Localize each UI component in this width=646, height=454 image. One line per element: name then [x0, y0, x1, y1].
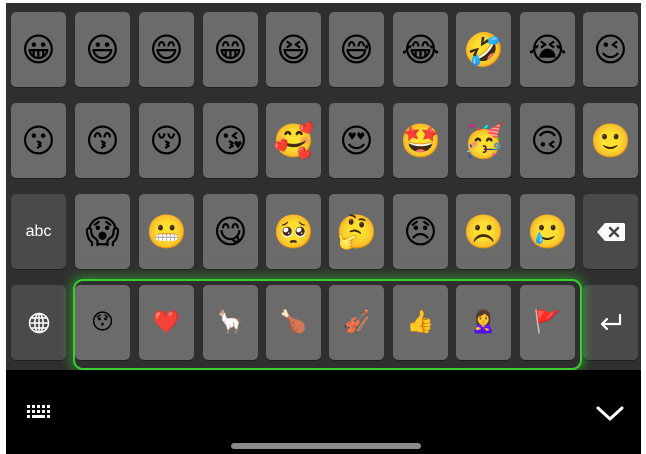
abc-key[interactable]: abc	[11, 194, 66, 269]
emoji-key[interactable]: 😍	[329, 103, 384, 178]
emoji-keyboard: 😀 😃 😄 😁 😆 😅 😂 🤣 😭 😉 😗 😙 😚 😘 🥰 😍 🤩 🥳 🙃 🙂 …	[6, 3, 641, 454]
suggestion-key[interactable]: 👍	[393, 285, 448, 360]
return-key[interactable]	[583, 285, 638, 360]
suggestion-key[interactable]: 🍗	[266, 285, 321, 360]
emoji-glyph: 😃	[85, 30, 120, 69]
emoji-glyph: 😱	[85, 212, 120, 251]
emoji-glyph: 🚩	[533, 309, 562, 335]
emoji-glyph: 🙎‍♀️	[469, 309, 498, 335]
suggestion-key[interactable]: 🎻	[329, 285, 384, 360]
keyboard-toggle-button[interactable]	[20, 398, 58, 426]
emoji-glyph: 😍	[339, 121, 374, 160]
suggestion-key[interactable]: ❤️	[139, 285, 194, 360]
emoji-key[interactable]: 😭	[520, 12, 575, 87]
emoji-glyph: 🎻	[342, 309, 371, 335]
emoji-key[interactable]: 😬	[139, 194, 194, 269]
backspace-icon	[596, 222, 625, 241]
emoji-glyph: 🙂	[589, 121, 632, 160]
emoji-key[interactable]: 🤣	[456, 12, 511, 87]
emoji-glyph: 🤩	[399, 121, 442, 160]
emoji-glyph: 😚	[149, 121, 184, 160]
emoji-glyph: 😙	[85, 121, 120, 160]
emoji-key[interactable]: 🙂	[583, 103, 638, 178]
keyboard-bottom-bar	[6, 370, 641, 454]
home-indicator[interactable]	[231, 443, 421, 449]
emoji-glyph: 😂	[401, 30, 440, 69]
emoji-glyph: 😀	[21, 30, 56, 69]
keyboard-icon	[27, 405, 50, 418]
emoji-key[interactable]: 🤔	[329, 194, 384, 269]
suggestion-key[interactable]: 🚩	[520, 285, 575, 360]
chevron-down-icon	[596, 406, 624, 421]
emoji-glyph: 😬	[145, 212, 188, 251]
emoji-key[interactable]: ☹️	[456, 194, 511, 269]
emoji-key[interactable]: 🥳	[456, 103, 511, 178]
suggestion-key[interactable]: 🙎‍♀️	[456, 285, 511, 360]
emoji-glyph: 😁	[213, 30, 248, 69]
emoji-glyph: 👍	[406, 309, 435, 335]
emoji-glyph: 😯	[91, 309, 114, 335]
emoji-glyph: 🥲	[526, 212, 569, 251]
emoji-key[interactable]: 🥲	[520, 194, 575, 269]
emoji-glyph: ☹️	[462, 212, 505, 251]
suggestion-key[interactable]: 😯	[75, 285, 130, 360]
return-icon	[600, 313, 621, 330]
emoji-key[interactable]: 😘	[203, 103, 258, 178]
emoji-key[interactable]: 😁	[203, 12, 258, 87]
emoji-glyph: 🍗	[279, 309, 308, 335]
abc-label: abc	[25, 222, 52, 240]
emoji-glyph: 😘	[213, 121, 248, 160]
emoji-key[interactable]: 😋	[203, 194, 258, 269]
emoji-key[interactable]: 😉	[583, 12, 638, 87]
emoji-glyph: 🥰	[272, 121, 315, 160]
emoji-glyph: 🤣	[462, 30, 505, 69]
emoji-key[interactable]: 🙃	[520, 103, 575, 178]
emoji-key[interactable]: 😞	[393, 194, 448, 269]
emoji-glyph: 🤔	[335, 212, 378, 251]
globe-icon	[28, 312, 49, 333]
emoji-glyph: 😭	[528, 30, 567, 69]
emoji-glyph: 😗	[21, 121, 56, 160]
emoji-key[interactable]: 😆	[266, 12, 321, 87]
emoji-key[interactable]: 😀	[11, 12, 66, 87]
emoji-key[interactable]: 😃	[75, 12, 130, 87]
emoji-glyph: 🥺	[272, 212, 315, 251]
emoji-glyph: 😆	[276, 30, 311, 69]
emoji-key[interactable]: 😗	[11, 103, 66, 178]
emoji-glyph: 🦙	[216, 309, 245, 335]
emoji-glyph: 😅	[339, 30, 374, 69]
emoji-key[interactable]: 😱	[75, 194, 130, 269]
emoji-key[interactable]: 😂	[393, 12, 448, 87]
backspace-key[interactable]	[583, 194, 638, 269]
emoji-glyph: 😉	[593, 30, 628, 69]
emoji-key[interactable]: 😅	[329, 12, 384, 87]
emoji-glyph: 😞	[403, 212, 438, 251]
emoji-glyph: 🥳	[462, 121, 505, 160]
emoji-key[interactable]: 🤩	[393, 103, 448, 178]
emoji-glyph: 😋	[213, 212, 248, 251]
emoji-key[interactable]: 🥺	[266, 194, 321, 269]
emoji-glyph: 🙃	[530, 121, 565, 160]
emoji-key[interactable]: 😚	[139, 103, 194, 178]
emoji-glyph: ❤️	[152, 309, 181, 335]
emoji-glyph: 😄	[149, 30, 184, 69]
suggestion-key[interactable]: 🦙	[203, 285, 258, 360]
globe-key[interactable]	[11, 285, 66, 360]
emoji-key[interactable]: 🥰	[266, 103, 321, 178]
emoji-key[interactable]: 😙	[75, 103, 130, 178]
emoji-key[interactable]: 😄	[139, 12, 194, 87]
dismiss-keyboard-button[interactable]	[591, 398, 629, 428]
